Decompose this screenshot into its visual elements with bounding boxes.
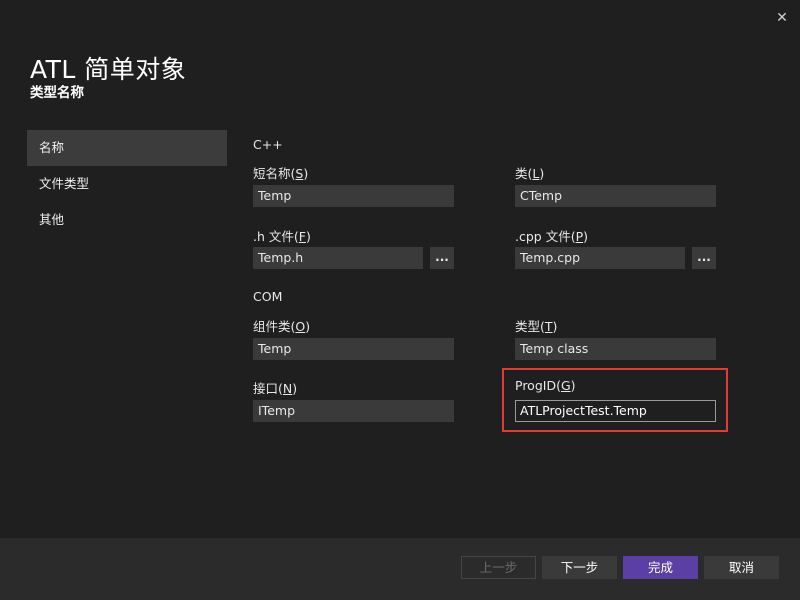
sidebar-item-file-type[interactable]: 文件类型 [27, 166, 227, 202]
interface-label: 接口(N) [253, 381, 298, 396]
h-file-browse-button[interactable]: ... [430, 247, 454, 269]
cpp-file-browse-button[interactable]: ... [692, 247, 716, 269]
sidebar: 名称 文件类型 其他 [27, 130, 227, 238]
short-name-label: 短名称(S) [253, 166, 309, 181]
sidebar-item-names[interactable]: 名称 [27, 130, 227, 166]
com-section-label: COM [253, 289, 283, 304]
h-file-input[interactable]: Temp.h [253, 247, 423, 269]
finish-button[interactable]: 完成 [623, 556, 698, 579]
class-label: 类(L) [515, 166, 545, 181]
next-button[interactable]: 下一步 [542, 556, 617, 579]
h-file-label: .h 文件(F) [253, 229, 311, 244]
coclass-input[interactable]: Temp [253, 338, 454, 360]
footer-bar: 上一步 下一步 完成 取消 [0, 538, 800, 600]
cpp-file-label: .cpp 文件(P) [515, 229, 589, 244]
close-icon[interactable]: ✕ [772, 8, 792, 28]
progid-input[interactable]: ATLProjectTest.Temp [515, 400, 716, 422]
atl-simple-object-dialog: ✕ ATL 简单对象 类型名称 名称 文件类型 其他 C++ 短名称(S) Te… [0, 0, 800, 600]
cpp-section-label: C++ [253, 137, 283, 152]
type-input[interactable]: Temp class [515, 338, 716, 360]
cancel-button[interactable]: 取消 [704, 556, 779, 579]
short-name-input[interactable]: Temp [253, 185, 454, 207]
interface-input[interactable]: ITemp [253, 400, 454, 422]
progid-label: ProgID(G) [515, 378, 576, 393]
coclass-label: 组件类(O) [253, 319, 311, 334]
page-subtitle: 类型名称 [30, 85, 84, 101]
back-button[interactable]: 上一步 [461, 556, 536, 579]
class-input[interactable]: CTemp [515, 185, 716, 207]
type-label: 类型(T) [515, 319, 558, 334]
cpp-file-input[interactable]: Temp.cpp [515, 247, 685, 269]
sidebar-item-other[interactable]: 其他 [27, 202, 227, 238]
